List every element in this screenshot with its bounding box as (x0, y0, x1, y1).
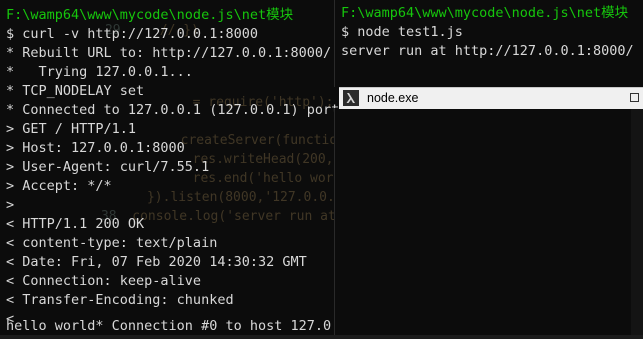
taskbar-item-label: node.exe (367, 91, 419, 105)
terminal-lambda-icon (343, 90, 359, 106)
prompt-path: F:\wamp64\www\mycode\node.js\net模块 (341, 5, 629, 21)
node-terminal-window[interactable]: F:\wamp64\www\mycode\node.js\net模块 $ nod… (334, 0, 643, 87)
maximize-icon[interactable] (630, 93, 639, 102)
command-line: $ node test1.js (341, 24, 463, 40)
server-output-line: server run at http://127.0.0.1:8000/ (341, 43, 634, 59)
taskbar-item-node-exe[interactable]: node.exe (339, 87, 643, 109)
window-bottom-edge (0, 335, 643, 339)
right-background-pane (334, 108, 643, 339)
scrollbar[interactable] (631, 108, 643, 335)
